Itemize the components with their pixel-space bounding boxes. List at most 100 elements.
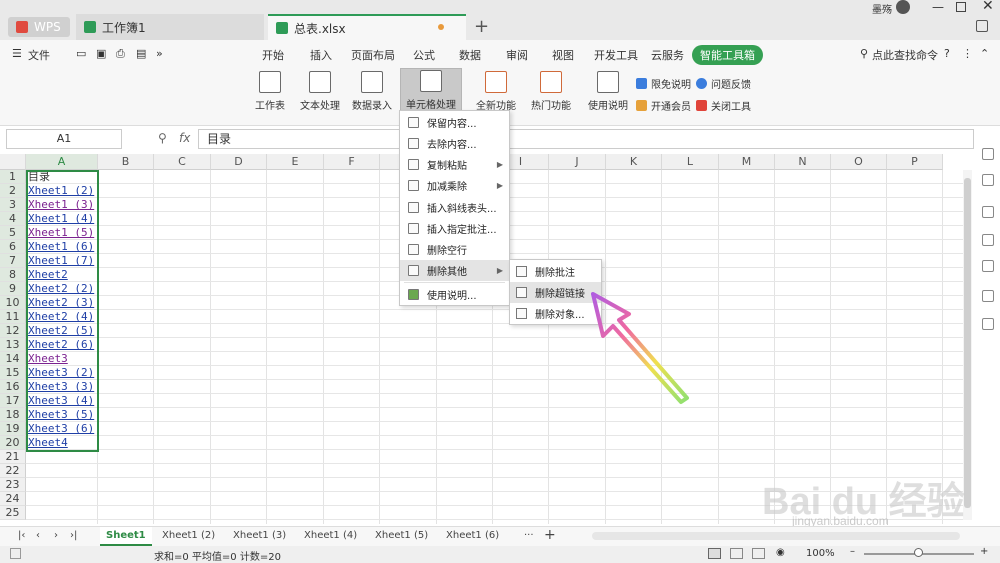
vertical-scrollbar[interactable]	[963, 170, 972, 520]
feedback-button[interactable]: 问题反馈	[696, 76, 751, 91]
normal-view-icon[interactable]	[708, 548, 721, 559]
row-header[interactable]: 17	[0, 394, 26, 408]
column-header[interactable]: E	[267, 154, 324, 170]
menu-cloud[interactable]: 云服务	[651, 47, 684, 63]
command-search[interactable]: 点此查找命令	[872, 47, 938, 63]
row-header[interactable]: 24	[0, 492, 26, 506]
new-function-button[interactable]: 全新功能	[472, 68, 520, 112]
menu-file[interactable]: 文件	[28, 47, 50, 63]
avatar[interactable]	[896, 0, 910, 14]
close-tool-button[interactable]: 关闭工具	[696, 98, 751, 113]
apps-icon[interactable]	[982, 318, 994, 330]
tab-wps[interactable]: WPS	[8, 17, 70, 37]
menu-smart-toolbox[interactable]: 智能工具箱	[692, 45, 763, 65]
sheet-tab[interactable]: Xheet1 (5)	[375, 530, 428, 541]
zoom-level[interactable]: 100%	[806, 548, 835, 559]
help-icon[interactable]: ?	[944, 47, 950, 60]
row-header[interactable]: 9	[0, 282, 26, 296]
dd-remove-content[interactable]: 去除内容...	[400, 133, 509, 154]
dd-diagonal-header[interactable]: 插入斜线表头...	[400, 197, 509, 218]
page-break-view-icon[interactable]	[752, 548, 765, 559]
backup-icon[interactable]	[982, 290, 994, 302]
preview-icon[interactable]: ▤	[136, 47, 146, 60]
vertical-scroll-thumb[interactable]	[964, 178, 971, 508]
row-header[interactable]: 20	[0, 436, 26, 450]
row-header[interactable]: 23	[0, 478, 26, 492]
sheet-tab-active[interactable]: Sheet1	[100, 527, 152, 546]
first-sheet-icon[interactable]: |‹	[18, 530, 25, 541]
more-options-icon[interactable]: ⋮	[962, 47, 973, 60]
dd-keep-content[interactable]: 保留内容...	[400, 112, 509, 133]
vip-button[interactable]: 开通会员	[636, 98, 691, 113]
prev-sheet-icon[interactable]: ‹	[36, 530, 40, 541]
formula-input[interactable]: 目录	[198, 129, 974, 149]
add-sheet-icon[interactable]: +	[544, 527, 556, 543]
menu-developer[interactable]: 开发工具	[594, 47, 638, 63]
name-box[interactable]: A1	[6, 129, 122, 149]
zoom-in-icon[interactable]: +	[980, 546, 988, 557]
menu-home[interactable]: 开始	[262, 47, 284, 63]
tab-active-file[interactable]: 总表.xlsx	[268, 14, 466, 40]
more-icon[interactable]: »	[156, 47, 163, 60]
sheet-tab[interactable]: Xheet1 (4)	[304, 530, 357, 541]
shapes-icon[interactable]	[982, 174, 994, 186]
worksheet-button[interactable]: 工作表	[250, 68, 290, 112]
menu-data[interactable]: 数据	[459, 47, 481, 63]
row-header[interactable]: 2	[0, 184, 26, 198]
row-header[interactable]: 13	[0, 338, 26, 352]
column-header[interactable]: M	[719, 154, 775, 170]
hamburger-icon[interactable]: ☰	[12, 47, 22, 60]
zoom-formula-icon[interactable]: ⚲	[158, 131, 167, 145]
hot-function-button[interactable]: 热门功能	[526, 68, 576, 112]
column-header[interactable]: A	[26, 154, 98, 170]
column-header[interactable]: C	[154, 154, 211, 170]
menu-review[interactable]: 审阅	[506, 47, 528, 63]
menu-formula[interactable]: 公式	[413, 47, 435, 63]
menu-page-layout[interactable]: 页面布局	[351, 47, 395, 63]
row-header[interactable]: 5	[0, 226, 26, 240]
row-header[interactable]: 1	[0, 170, 26, 184]
data-entry-button[interactable]: 数据录入	[348, 68, 396, 112]
more-sheets-icon[interactable]: ···	[524, 530, 534, 541]
dd-delete-other[interactable]: 删除其他 ▶	[400, 260, 509, 281]
minimize-icon[interactable]: —	[932, 0, 944, 14]
row-header[interactable]: 22	[0, 464, 26, 478]
row-header[interactable]: 21	[0, 450, 26, 464]
column-header[interactable]: O	[831, 154, 887, 170]
tab-workbook[interactable]: 工作簿1	[76, 14, 264, 40]
sheet-tab[interactable]: Xheet1 (6)	[446, 530, 499, 541]
eye-care-icon[interactable]: ◉	[776, 547, 785, 558]
user-name[interactable]: 墨殇	[872, 1, 892, 16]
page-layout-view-icon[interactable]	[730, 548, 743, 559]
row-header[interactable]: 12	[0, 324, 26, 338]
row-header[interactable]: 16	[0, 380, 26, 394]
sidebar-toggle-icon[interactable]	[976, 20, 988, 32]
sm-delete-comments[interactable]: 删除批注	[510, 261, 601, 282]
row-header[interactable]: 25	[0, 506, 26, 520]
row-header[interactable]: 3	[0, 198, 26, 212]
menu-insert[interactable]: 插入	[310, 47, 332, 63]
column-header[interactable]: D	[211, 154, 267, 170]
print-icon[interactable]: ⎙	[116, 47, 125, 61]
column-header[interactable]: F	[324, 154, 380, 170]
sheet-tab[interactable]: Xheet1 (3)	[233, 530, 286, 541]
history-icon[interactable]	[982, 260, 994, 272]
row-header[interactable]: 4	[0, 212, 26, 226]
row-header[interactable]: 10	[0, 296, 26, 310]
cursor-icon[interactable]	[982, 148, 994, 160]
column-header[interactable]: J	[549, 154, 606, 170]
dd-arithmetic[interactable]: 加减乘除 ▶	[400, 175, 509, 196]
row-header[interactable]: 18	[0, 408, 26, 422]
dd-insert-comment[interactable]: 插入指定批注...	[400, 218, 509, 239]
menu-view[interactable]: 视图	[552, 47, 574, 63]
new-tab-icon[interactable]: +	[474, 16, 489, 37]
next-sheet-icon[interactable]: ›	[54, 530, 58, 541]
zoom-out-icon[interactable]: –	[850, 546, 855, 557]
save-icon[interactable]: ▣	[96, 47, 106, 60]
sheet-tab[interactable]: Xheet1 (2)	[162, 530, 215, 541]
column-header[interactable]: B	[98, 154, 154, 170]
search-icon[interactable]: ⚲	[860, 47, 868, 60]
text-process-button[interactable]: 文本处理	[296, 68, 344, 112]
close-icon[interactable]: ✕	[982, 0, 994, 14]
row-header[interactable]: 7	[0, 254, 26, 268]
